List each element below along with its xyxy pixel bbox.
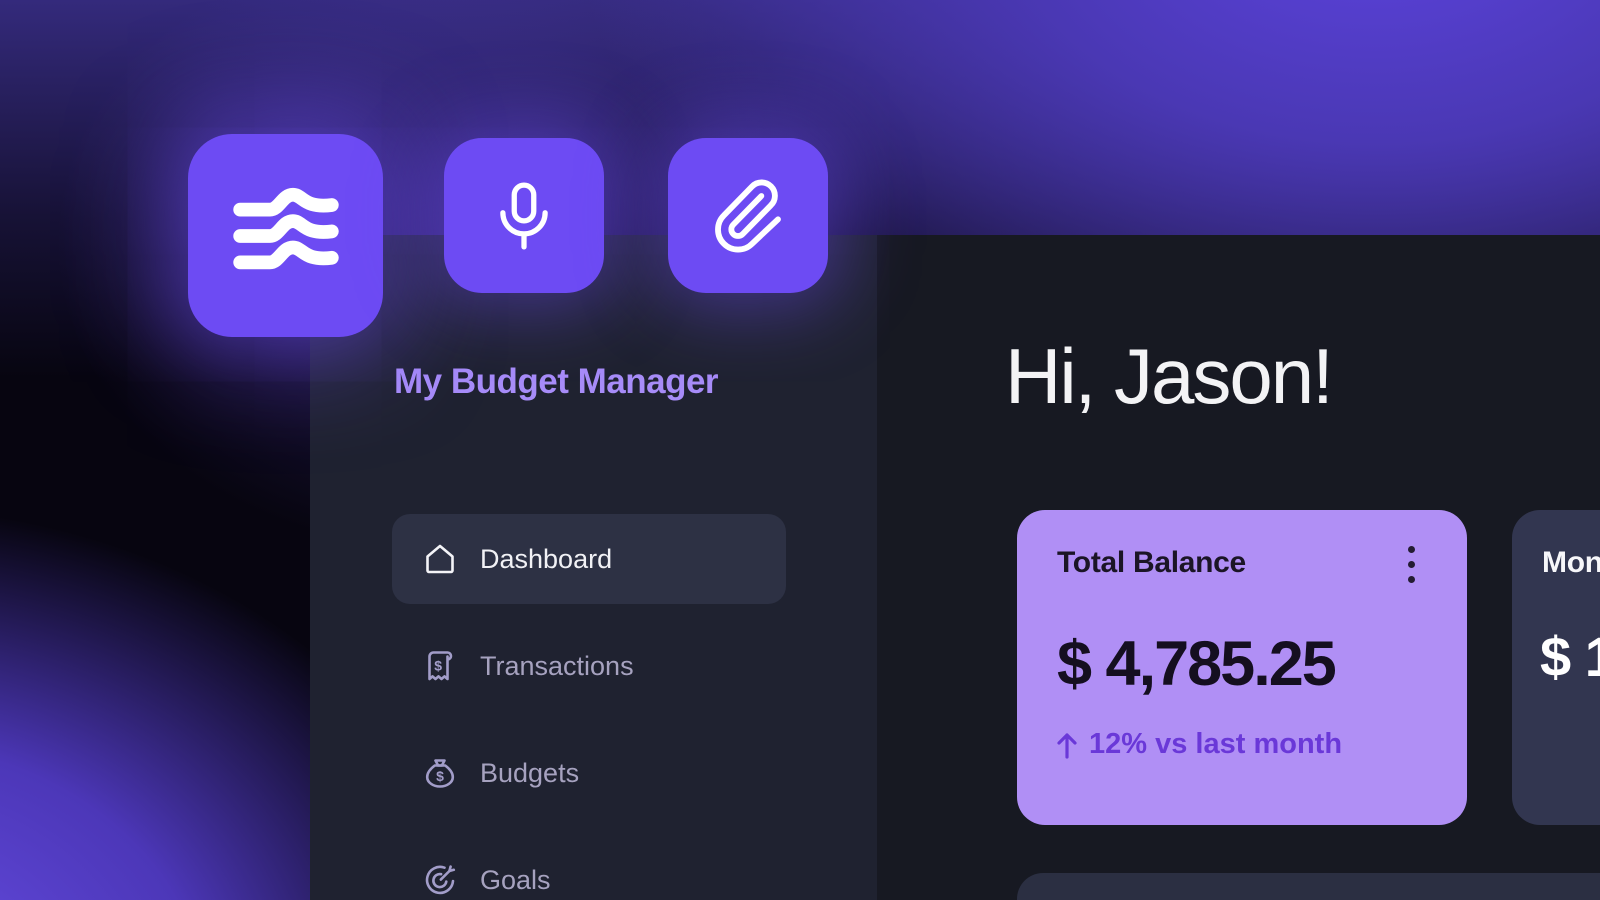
sidebar-item-label: Transactions bbox=[480, 651, 634, 682]
target-icon bbox=[420, 860, 460, 900]
app-window: My Budget Manager Dashboard $ bbox=[310, 235, 1600, 900]
monthly-amount: $ 1 bbox=[1540, 624, 1600, 689]
greeting-heading: Hi, Jason! bbox=[1005, 331, 1332, 422]
main-content: Hi, Jason! Total Balance $ 4,785.25 12% … bbox=[877, 235, 1600, 900]
card-title: Total Balance bbox=[1057, 546, 1246, 580]
app-logo-button[interactable] bbox=[188, 134, 383, 337]
monthly-card-truncated[interactable]: Mon $ 1 bbox=[1512, 510, 1600, 825]
paperclip-icon bbox=[708, 176, 788, 256]
sidebar-item-label: Budgets bbox=[480, 758, 579, 789]
bottom-card-partial[interactable] bbox=[1017, 873, 1600, 900]
money-bag-icon: $ bbox=[420, 753, 460, 793]
balance-amount: $ 4,785.25 bbox=[1057, 628, 1335, 700]
sidebar-item-label: Dashboard bbox=[480, 544, 612, 575]
receipt-icon: $ bbox=[420, 646, 460, 686]
sidebar-item-dashboard[interactable]: Dashboard bbox=[392, 514, 786, 604]
card-title: Mon bbox=[1542, 546, 1600, 580]
sidebar-item-goals[interactable]: Goals bbox=[392, 835, 786, 900]
svg-text:$: $ bbox=[436, 768, 444, 784]
sidebar: My Budget Manager Dashboard $ bbox=[310, 235, 877, 900]
attach-file-button[interactable] bbox=[668, 138, 828, 293]
svg-text:$: $ bbox=[434, 658, 442, 674]
app-title: My Budget Manager bbox=[394, 362, 718, 402]
microphone-icon bbox=[485, 175, 563, 257]
trend-indicator: 12% vs last month bbox=[1055, 728, 1342, 761]
kebab-menu-icon[interactable] bbox=[1397, 544, 1425, 584]
sidebar-item-label: Goals bbox=[480, 865, 551, 896]
trend-up-icon bbox=[1055, 730, 1079, 760]
total-balance-card[interactable]: Total Balance $ 4,785.25 12% vs last mon… bbox=[1017, 510, 1467, 825]
waves-logo-icon bbox=[231, 180, 341, 292]
voice-input-button[interactable] bbox=[444, 138, 604, 293]
sidebar-item-transactions[interactable]: $ Transactions bbox=[392, 621, 786, 711]
background-gradient: My Budget Manager Dashboard $ bbox=[0, 0, 1600, 900]
sidebar-item-budgets[interactable]: $ Budgets bbox=[392, 728, 786, 818]
home-icon bbox=[420, 539, 460, 579]
trend-label: 12% vs last month bbox=[1089, 728, 1342, 761]
